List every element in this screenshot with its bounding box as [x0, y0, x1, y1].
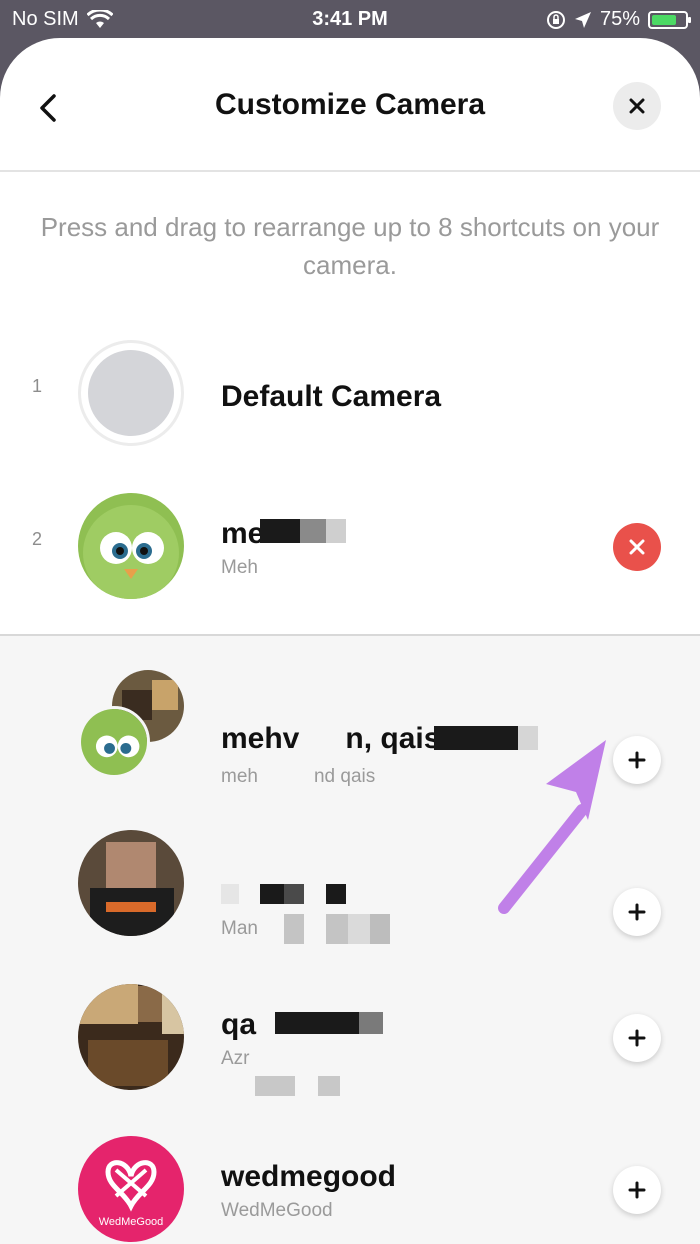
- battery-nub: [688, 16, 691, 23]
- redaction: [348, 914, 370, 944]
- row-index: 2: [32, 529, 43, 549]
- suggestion-row[interactable]: qa Azr: [0, 976, 700, 1096]
- add-button[interactable]: [613, 888, 661, 936]
- redaction: [138, 986, 162, 1022]
- battery-fill: [652, 14, 676, 25]
- wedmegood-logo: WedMeGood: [78, 1136, 184, 1242]
- person-avatar: [78, 830, 184, 936]
- shortcut-row-selected-2[interactable]: 2 me Meh: [0, 485, 700, 605]
- shortcut-subtitle: Meh: [221, 557, 258, 578]
- row-index: 1: [32, 376, 43, 396]
- annotation-arrow-icon: [498, 740, 606, 914]
- redaction: [152, 680, 178, 710]
- shortcut-row-default-camera[interactable]: 1 Default Camera: [0, 332, 700, 452]
- shortcut-name: qa: [221, 1008, 257, 1041]
- redaction: [260, 519, 300, 543]
- background: [88, 1040, 168, 1086]
- redaction: [284, 884, 304, 904]
- add-button[interactable]: [613, 1014, 661, 1062]
- name-part: mehv: [221, 722, 300, 755]
- redaction: [106, 842, 156, 888]
- add-icon: [628, 1029, 646, 1047]
- lock-rotation-icon: [546, 10, 565, 29]
- redaction: [275, 1012, 359, 1034]
- bird-avatar-image: [78, 493, 184, 599]
- redaction: [221, 884, 239, 904]
- battery-icon: [648, 10, 691, 29]
- close-button[interactable]: [613, 82, 661, 130]
- redaction: [318, 1076, 340, 1096]
- shortcut-name: Default Camera: [221, 380, 442, 413]
- add-icon: [628, 751, 646, 769]
- name-part: n, qais: [345, 722, 441, 755]
- redaction: [255, 1076, 295, 1096]
- location-icon: [574, 11, 591, 28]
- shortcut-subtitle: WedMeGood: [221, 1200, 333, 1221]
- subtitle-part: meh: [221, 766, 258, 787]
- redaction: [370, 914, 390, 944]
- nav-bar: Customize Camera: [0, 38, 700, 172]
- shortcut-subtitle: Azr: [221, 1048, 250, 1069]
- shortcut-subtitle: meh nd qais: [221, 766, 375, 788]
- redaction: [260, 884, 284, 904]
- customize-camera-sheet: Customize Camera Press and drag to rearr…: [0, 38, 700, 1244]
- status-bar: No SIM 3:41 PM 75%: [0, 0, 700, 40]
- group-avatar-front: [78, 706, 150, 778]
- redaction: [326, 519, 346, 543]
- add-icon: [628, 903, 646, 921]
- redaction: [326, 914, 348, 944]
- remove-button[interactable]: [613, 523, 661, 571]
- redaction: [326, 884, 346, 904]
- person-avatar: [78, 984, 184, 1090]
- default-camera-circle: [88, 350, 174, 436]
- redaction: [78, 984, 138, 1024]
- wedmegood-logo-text: WedMeGood: [98, 1216, 164, 1228]
- shortcut-subtitle: Man: [221, 918, 258, 939]
- subtitle-part: nd qais: [313, 766, 376, 787]
- shirt-print: [106, 902, 156, 912]
- default-camera-avatar: [78, 340, 184, 446]
- redaction: [162, 986, 184, 1034]
- group-avatar: [78, 670, 188, 780]
- page-title: Customize Camera: [214, 88, 486, 121]
- bird-avatar-image: [81, 709, 147, 775]
- shortcut-name: wedmegood: [221, 1160, 397, 1193]
- suggestion-row-wedmegood[interactable]: WedMeGood wedmegood WedMeGood: [0, 1128, 700, 1244]
- close-icon: [629, 98, 645, 114]
- redaction: [284, 914, 304, 944]
- battery-percent: 75%: [599, 8, 640, 30]
- instructions-text: Press and drag to rearrange up to 8 shor…: [40, 212, 660, 280]
- remove-icon: [629, 539, 645, 555]
- bird-avatar: [78, 493, 184, 599]
- redaction: [300, 519, 326, 543]
- add-button[interactable]: [613, 736, 661, 784]
- add-button[interactable]: [613, 1166, 661, 1214]
- shirt: [90, 888, 174, 936]
- shortcut-name: mehv n, qais: [221, 722, 440, 756]
- shortcut-name: me: [221, 517, 265, 550]
- add-icon: [628, 1181, 646, 1199]
- status-right: 75%: [546, 8, 691, 31]
- redaction: [359, 1012, 383, 1034]
